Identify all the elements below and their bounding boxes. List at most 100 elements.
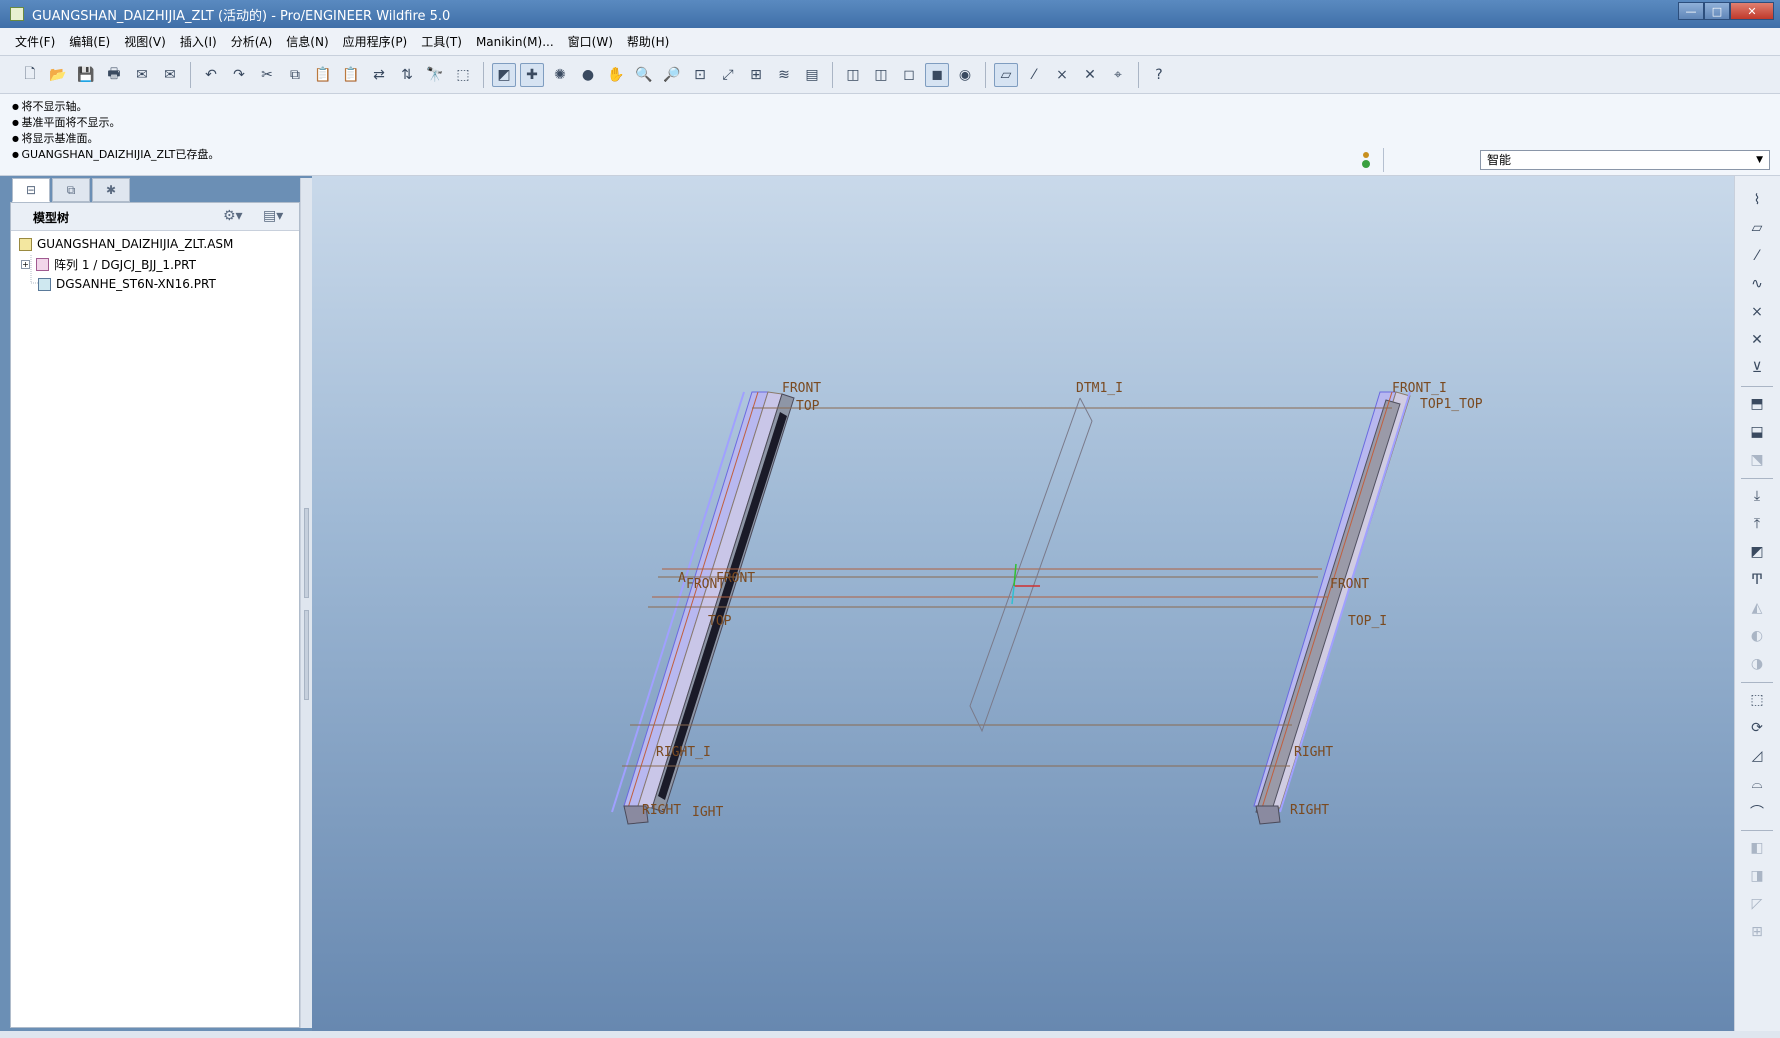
mirror-disabled-icon: ◧ — [1750, 840, 1764, 856]
show-menu-icon[interactable]: ▤▾ — [263, 208, 283, 224]
enhanced-realism-icon[interactable]: ◉ — [953, 63, 977, 87]
refit-icon[interactable]: ⊡ — [688, 63, 712, 87]
revolve-tool-icon[interactable]: ⟳ — [1745, 716, 1769, 740]
message-line: GUANGSHAN_DAIZHIJIA_ZLT已存盘。 — [12, 146, 220, 162]
find-icon[interactable]: 🔭 — [423, 63, 447, 87]
select-box-icon[interactable]: ⬚ — [451, 63, 475, 87]
folder-browser-tab-icon[interactable]: ⧉ — [52, 178, 90, 202]
minimize-button[interactable]: — — [1678, 2, 1704, 20]
shading-icon[interactable]: ◼ — [925, 62, 949, 87]
regenerate-icon[interactable]: ⇄ — [367, 63, 391, 87]
datum-point-tool-icon[interactable]: × — [1745, 300, 1769, 324]
paste-icon[interactable]: 📋 — [311, 63, 335, 87]
graphics-window[interactable]: FRONT TOP DTM1_I FRONT_I TOP1_TOP A FRON… — [312, 176, 1734, 1031]
toolbar-separator — [1741, 478, 1773, 479]
datum-label: FRONT_I — [1392, 381, 1447, 396]
reorient-icon[interactable]: ⤢ — [716, 63, 740, 87]
divider — [1383, 148, 1384, 172]
regen-manager-icon[interactable]: ⇅ — [395, 63, 419, 87]
paste-special-icon[interactable]: 📋 — [339, 63, 363, 87]
tree-connector — [30, 255, 39, 284]
wireframe-icon[interactable]: ◫ — [841, 63, 865, 87]
spin-center-icon[interactable]: ✚ — [520, 62, 544, 87]
tree-item-part[interactable]: DGSANHE_ST6N-XN16.PRT — [38, 275, 216, 293]
revolve-disabled-icon: ◐ — [1750, 628, 1764, 644]
menu-edit[interactable]: 编辑(E) — [62, 33, 117, 50]
repaint-icon[interactable]: ◩ — [492, 62, 516, 87]
style-tool-icon[interactable]: ⌒ — [1745, 800, 1769, 824]
new-component-icon[interactable]: ⤒ — [1745, 512, 1769, 536]
pan-icon[interactable]: ✋ — [604, 63, 628, 87]
splitter-grip[interactable] — [304, 508, 309, 598]
undo-icon[interactable]: ↶ — [199, 63, 223, 87]
blend-tool-icon[interactable]: ◿ — [1745, 744, 1769, 768]
new-file-icon[interactable]: 🗋 — [18, 63, 42, 87]
menu-analysis[interactable]: 分析(A) — [224, 33, 280, 50]
edit-component-icon[interactable]: ◩ — [1745, 540, 1769, 564]
menu-tools[interactable]: 工具(T) — [414, 33, 469, 50]
model-tree-tab-icon[interactable]: ⊟ — [12, 178, 50, 202]
copy-icon[interactable]: ⧉ — [283, 63, 307, 87]
sweep-disabled-icon: ◑ — [1750, 656, 1764, 672]
view-manager-icon[interactable]: ▤ — [800, 63, 824, 87]
analysis-feature-icon[interactable]: ⊻ — [1745, 356, 1769, 380]
model-view[interactable]: FRONT TOP DTM1_I FRONT_I TOP1_TOP A FRON… — [312, 176, 1734, 1031]
redo-icon[interactable]: ↷ — [227, 63, 251, 87]
datum-planes-icon[interactable]: ▱ — [994, 62, 1018, 87]
settings-icon[interactable]: ⚙▾ — [223, 208, 243, 224]
menu-view[interactable]: 视图(V) — [117, 33, 173, 50]
datum-label: TOP — [708, 614, 732, 629]
layers-icon[interactable]: ≋ — [772, 63, 796, 87]
no-hidden-icon[interactable]: ◻ — [897, 63, 921, 87]
navigator-splitter[interactable] — [300, 178, 312, 1028]
email-link-icon[interactable]: ✉ — [158, 63, 182, 87]
datum-plane-tool-icon[interactable]: ▱ — [1745, 216, 1769, 240]
boundary-blend-icon[interactable]: ⌓ — [1745, 772, 1769, 796]
menu-file[interactable]: 文件(F) — [8, 33, 62, 50]
extrude-tool-icon[interactable]: ⬚ — [1745, 688, 1769, 712]
annotations-icon[interactable]: ⌖ — [1106, 63, 1130, 87]
close-button[interactable]: ✕ — [1730, 2, 1774, 20]
splitter-grip[interactable] — [304, 610, 309, 700]
zoom-in-icon[interactable]: 🔍 — [632, 63, 656, 87]
hidden-line-icon[interactable]: ◫ — [869, 63, 893, 87]
menu-applications[interactable]: 应用程序(P) — [336, 33, 415, 50]
open-file-icon[interactable]: 📂 — [46, 63, 70, 87]
datum-label: A — [678, 571, 686, 586]
save-icon[interactable]: 💾 — [74, 63, 98, 87]
favorites-tab-icon[interactable]: ✱ — [92, 178, 130, 202]
tree-item-assembly[interactable]: GUANGSHAN_DAIZHIJIA_ZLT.ASM — [19, 235, 233, 253]
saved-views-icon[interactable]: ⊞ — [744, 63, 768, 87]
tree-item-pattern[interactable]: + 阵列 1 / DGJCJ_BJJ_1.PRT — [21, 255, 196, 273]
status-bar — [0, 1031, 1780, 1038]
zoom-out-icon[interactable]: 🔎 — [660, 63, 684, 87]
coordinate-system-tool-icon[interactable]: ✕ — [1745, 328, 1769, 352]
create-component-icon[interactable]: ⬓ — [1745, 420, 1769, 444]
datum-curve-tool-icon[interactable]: ∿ — [1745, 272, 1769, 296]
datum-label: RIGHT — [1290, 803, 1329, 818]
datum-axes-icon[interactable]: ⁄ — [1022, 63, 1046, 87]
insert-component-icon[interactable]: ⤓ — [1745, 484, 1769, 508]
display-style-icon[interactable]: ● — [576, 63, 600, 87]
menu-manikin[interactable]: Manikin(M)... — [469, 35, 561, 49]
menu-insert[interactable]: 插入(I) — [173, 33, 224, 50]
sketch-datum-curve-icon[interactable]: ⌇ — [1745, 188, 1769, 212]
datum-axis-tool-icon[interactable]: ⁄ — [1745, 244, 1769, 268]
orient-mode-icon[interactable]: ✺ — [548, 63, 572, 87]
maximize-button[interactable]: □ — [1704, 2, 1730, 20]
menu-window[interactable]: 窗口(W) — [561, 33, 620, 50]
datum-label: TOP_I — [1348, 614, 1387, 629]
cut-icon[interactable]: ✂ — [255, 63, 279, 87]
email-icon[interactable]: ✉ — [130, 63, 154, 87]
menu-help[interactable]: 帮助(H) — [620, 33, 676, 50]
context-help-icon[interactable]: ? — [1147, 63, 1171, 87]
assemble-component-icon[interactable]: ⬒ — [1745, 392, 1769, 416]
part-icon — [38, 277, 51, 291]
print-icon[interactable]: 🖶 — [102, 63, 126, 87]
assembly-icon — [19, 237, 32, 251]
coordinate-systems-icon[interactable]: ✕ — [1078, 63, 1102, 87]
selection-filter-select[interactable]: 智能 ▼ — [1480, 150, 1770, 170]
hole-tool-icon[interactable]: Ͳ — [1745, 568, 1769, 592]
datum-points-icon[interactable]: × — [1050, 63, 1074, 87]
menu-info[interactable]: 信息(N) — [279, 33, 335, 50]
